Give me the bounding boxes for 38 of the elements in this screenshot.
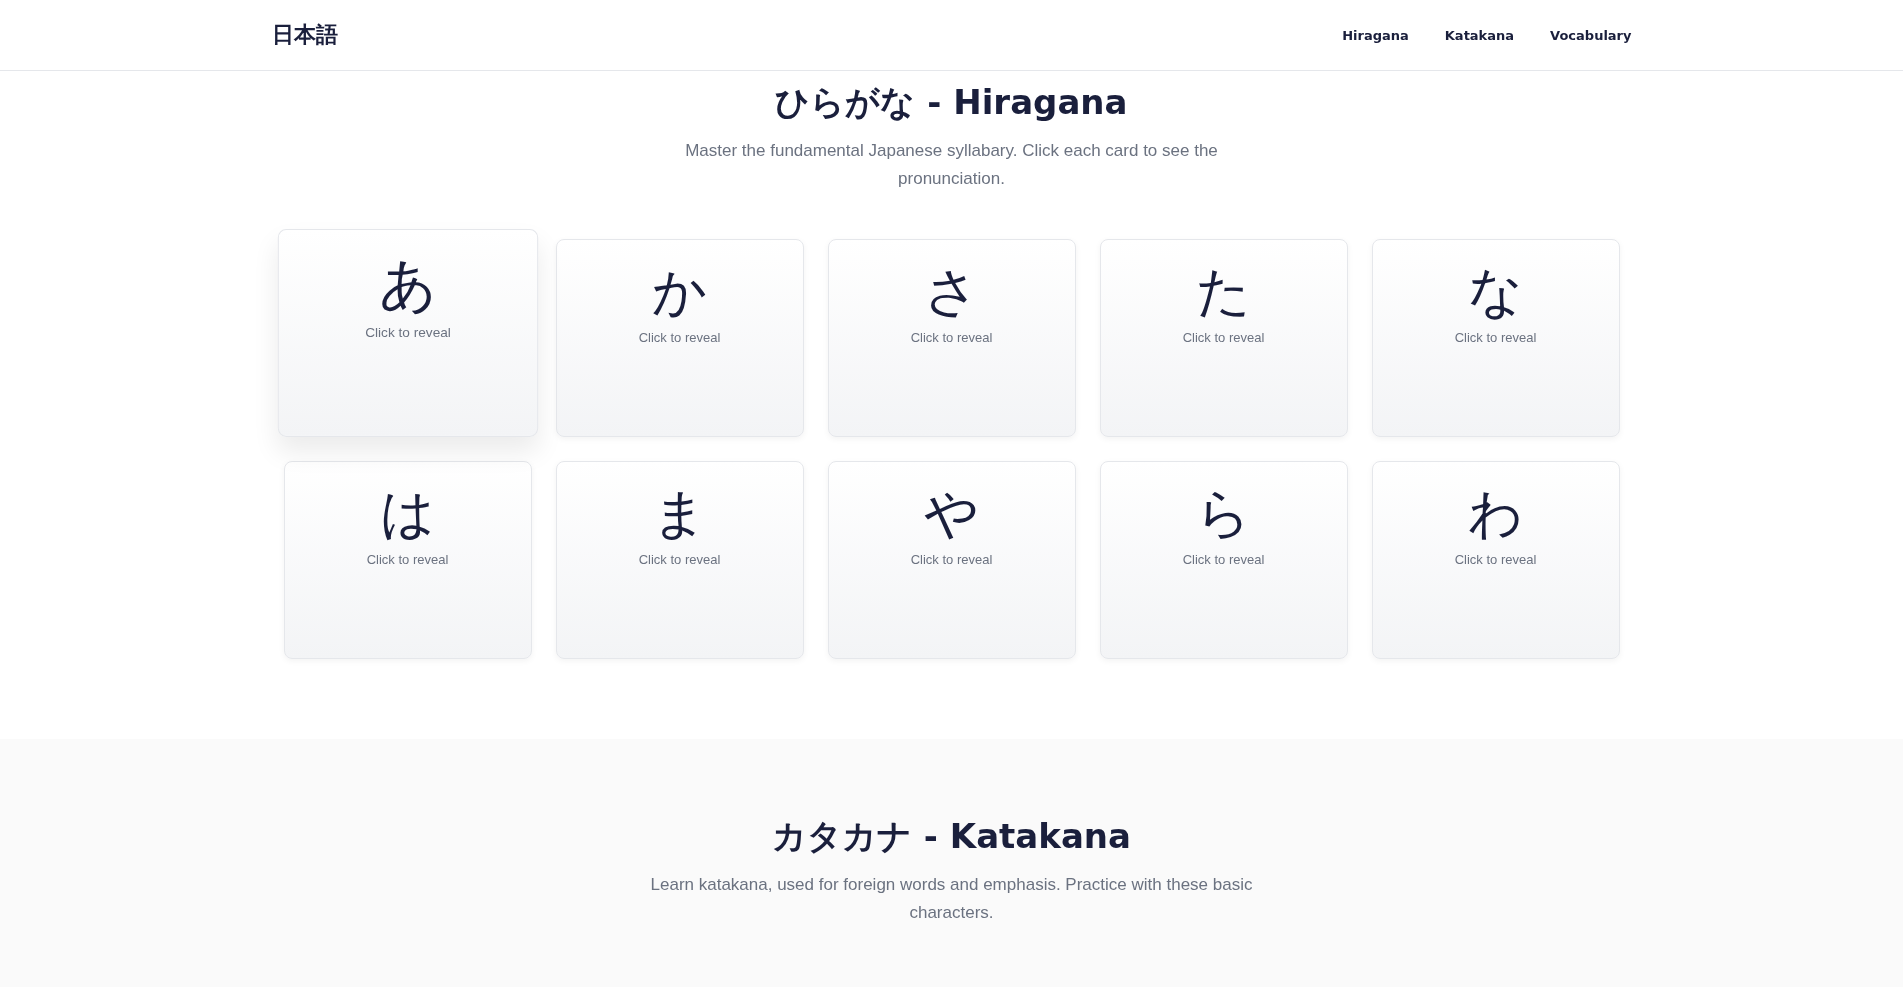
- nav-link[interactable]: Hiragana: [1342, 27, 1409, 43]
- reveal-hint: Click to reveal: [1182, 552, 1265, 567]
- reveal-hint: Click to reveal: [638, 330, 721, 345]
- flash-card[interactable]: わ Click to reveal: [1371, 461, 1620, 659]
- reveal-hint: Click to reveal: [366, 552, 449, 567]
- kana-character: な: [1468, 259, 1523, 325]
- section-title: ひらがな - Hiragana: [774, 81, 1129, 124]
- flash-card[interactable]: た Click to reveal: [1099, 239, 1348, 437]
- nav-link[interactable]: Vocabulary: [1550, 27, 1632, 43]
- section-description: Learn katakana, used for foreign words and emphasis. Practice with these basic characters.: [649, 874, 1254, 924]
- reveal-hint: Click to reveal: [910, 552, 993, 567]
- kana-character: か: [652, 259, 707, 325]
- reveal-hint: Click to reveal: [910, 330, 993, 345]
- kana-character: あ: [378, 250, 437, 320]
- kana-character: わ: [1468, 481, 1523, 547]
- flash-card[interactable]: ら Click to reveal: [1099, 461, 1348, 659]
- flash-card[interactable]: や Click to reveal: [827, 461, 1076, 659]
- flash-card[interactable]: さ Click to reveal: [827, 239, 1076, 437]
- kana-character: ら: [1196, 481, 1251, 547]
- kana-character: ま: [652, 481, 707, 547]
- section-description: Master the fundamental Japanese syllabary. Click each card to see the pronunciation.: [684, 140, 1219, 190]
- section-title: カタカナ - Katakana: [771, 815, 1132, 858]
- reveal-hint: Click to reveal: [1454, 552, 1537, 567]
- nav-link[interactable]: Katakana: [1444, 27, 1515, 43]
- reveal-hint: Click to reveal: [364, 324, 451, 341]
- reveal-hint: Click to reveal: [1454, 330, 1537, 345]
- kana-character: さ: [924, 259, 979, 325]
- site-logo[interactable]: 日本語: [271, 20, 338, 50]
- flash-card[interactable]: ま Click to reveal: [555, 461, 804, 659]
- kana-character: は: [380, 481, 435, 547]
- flash-card[interactable]: あ Click to reveal: [277, 229, 538, 437]
- flash-card[interactable]: か Click to reveal: [555, 239, 804, 437]
- flash-card[interactable]: は Click to reveal: [283, 461, 532, 659]
- reveal-hint: Click to reveal: [1182, 330, 1265, 345]
- reveal-hint: Click to reveal: [638, 552, 721, 567]
- kana-character: た: [1196, 259, 1251, 325]
- kana-character: や: [924, 481, 979, 547]
- flash-card[interactable]: な Click to reveal: [1371, 239, 1620, 437]
